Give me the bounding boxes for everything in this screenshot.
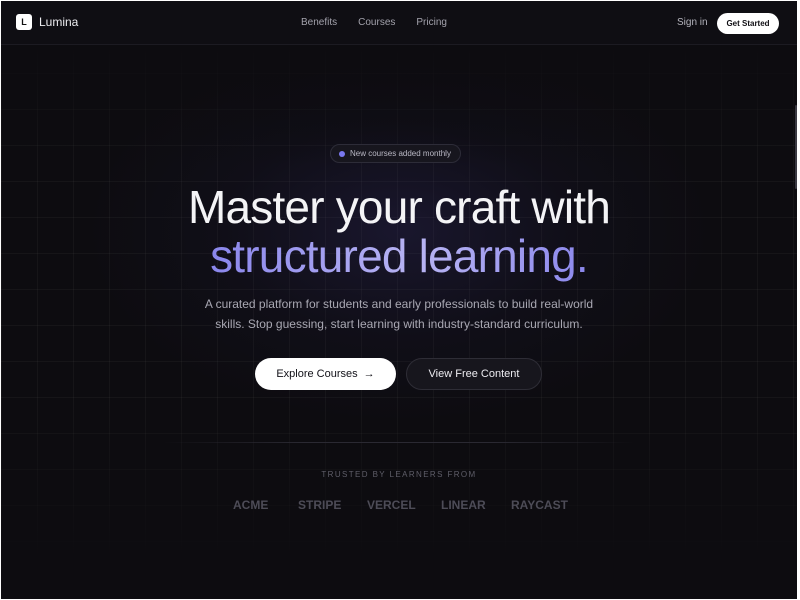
explore-courses-button[interactable]: Explore Courses → [255, 358, 396, 390]
logo-vercel: VERCEL [367, 498, 416, 512]
top-navbar: L Lumina Benefits Courses Pricing Sign i… [1, 1, 797, 45]
explore-courses-label: Explore Courses [276, 368, 358, 380]
announcement-badge: New courses added monthly [330, 144, 461, 163]
hero-subtitle-line-1: A curated platform for students and earl… [204, 297, 594, 311]
nav-link-pricing[interactable]: Pricing [416, 17, 447, 28]
trusted-by-label: TRUSTED BY LEARNERS FROM [321, 470, 477, 479]
view-free-content-button[interactable]: View Free Content [406, 358, 542, 390]
get-started-button[interactable]: Get Started [717, 13, 779, 34]
nav-link-courses[interactable]: Courses [358, 17, 395, 28]
logo-raycast: RAYCAST [511, 498, 568, 512]
badge-text: New courses added monthly [350, 149, 451, 158]
hero-headline: Master your craft with [187, 181, 611, 233]
nav-links: Benefits Courses Pricing [301, 17, 468, 28]
arrow-right-icon: → [363, 368, 375, 380]
logo-linear: LINEAR [441, 498, 486, 512]
sign-in-link[interactable]: Sign in [677, 17, 708, 28]
section-divider [163, 442, 635, 443]
logo-acme: ACME [233, 498, 269, 512]
scrollbar-thumb[interactable] [795, 105, 797, 189]
page: L Lumina Benefits Courses Pricing Sign i… [1, 1, 797, 599]
logo-icon: L [16, 14, 32, 30]
logo-stripe: STRIPE [298, 498, 342, 512]
nav-link-benefits[interactable]: Benefits [301, 17, 337, 28]
hero-subtitle-line-2: skills. Stop guessing, start learning wi… [215, 317, 583, 331]
brand-logo[interactable]: L Lumina [16, 14, 78, 30]
status-dot-icon [339, 151, 345, 157]
brand-name: Lumina [39, 15, 79, 29]
hero-headline-accent-text: structured learning. [210, 230, 589, 282]
hero-headline-accent: structured learning. [1, 230, 797, 282]
